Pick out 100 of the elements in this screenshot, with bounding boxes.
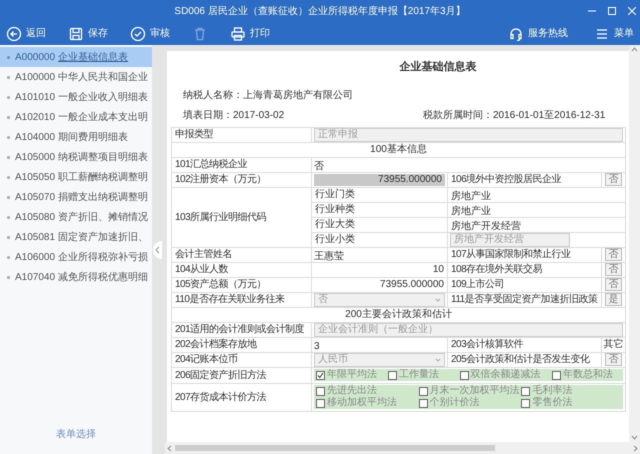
flag-field[interactable]: 否 <box>605 278 622 291</box>
checkbox-option[interactable]: 零售价法 <box>521 397 621 409</box>
sidebar-item[interactable]: A105080 资产折旧、摊销情况 <box>0 207 152 227</box>
close-icon[interactable] <box>628 7 636 15</box>
flag-field[interactable]: 否 <box>605 173 622 186</box>
form-label: 101汇总纳税企业 <box>175 158 248 172</box>
toolbar-button[interactable]: 返回 <box>6 26 46 42</box>
form-title: 企业基础信息表 <box>400 60 476 75</box>
vertical-scrollbar[interactable] <box>629 45 640 442</box>
checkbox[interactable] <box>418 386 428 396</box>
form-label: 203会计核算软件 <box>451 338 524 352</box>
bullet-icon <box>7 56 10 58</box>
checkmark-icon <box>317 372 324 378</box>
flag-field[interactable]: 否 <box>605 248 622 261</box>
toolbar-button[interactable]: 服务热线 <box>508 26 568 42</box>
bullet-icon <box>7 216 10 218</box>
flag-field[interactable]: 是 <box>605 293 622 306</box>
sidebar-item[interactable]: A102010 一般企业成本支出明 <box>0 107 152 127</box>
bullet-icon <box>7 236 10 238</box>
scroll-right-icon[interactable] <box>633 444 638 452</box>
bullet-icon <box>7 96 10 98</box>
form-label: 201适用的会计准则或会计制度 <box>175 322 304 337</box>
form-name: 纳税调整项目明细表 <box>58 150 148 164</box>
sidebar-item[interactable]: A105081 固定资产加速折旧、 <box>0 227 152 247</box>
checkbox[interactable] <box>316 386 325 396</box>
flag-field[interactable]: 否 <box>605 263 622 276</box>
checkbox[interactable] <box>552 370 562 380</box>
field-value: 其它 <box>602 338 624 352</box>
form-name: 固定资产加速折旧、 <box>58 230 148 244</box>
scroll-up-icon[interactable] <box>631 47 638 52</box>
form-name: 一般企业收入明细表 <box>58 90 148 104</box>
bullet-icon <box>7 256 10 258</box>
maximize-icon[interactable] <box>608 7 616 15</box>
form-name: 减免所得税优惠明细 <box>58 270 148 284</box>
dropdown-field[interactable]: 否 <box>314 292 445 306</box>
readonly-field[interactable]: 正常申报 <box>314 128 623 142</box>
sidebar-item[interactable]: A101010 一般企业收入明细表 <box>0 87 152 107</box>
checkbox[interactable] <box>460 370 469 380</box>
checkbox-option[interactable]: 年数总和法 <box>552 369 621 381</box>
checkbox-option[interactable]: 先进先出法 <box>316 385 416 397</box>
form-label: 行业小类 <box>315 232 355 247</box>
toolbar-button[interactable]: 打印 <box>230 26 270 42</box>
readonly-field[interactable]: 企业会计准则（一般企业） <box>314 322 623 336</box>
form-name: 中华人民共和国企业 <box>58 70 148 84</box>
form-label: 行业种类 <box>315 202 355 217</box>
form-code: A102010 <box>15 110 56 124</box>
form-label: 111是否享受固定资产加速折旧政策 <box>451 292 598 307</box>
checkbox[interactable] <box>316 398 325 408</box>
form-label: 行业大类 <box>315 218 355 232</box>
sidebar-item[interactable]: A000000 企业基础信息表 <box>0 47 152 67</box>
collapse-handle-icon[interactable] <box>152 240 162 258</box>
sidebar-item[interactable]: A100000 中华人民共和国企业 <box>0 67 152 87</box>
dropdown-field[interactable]: 人民币 <box>314 352 445 366</box>
form-label: 106境外中资控股居民企业 <box>451 172 562 187</box>
readonly-field[interactable]: 房地产开发经营 <box>450 232 570 246</box>
checkbox[interactable] <box>521 386 530 396</box>
toolbar-button[interactable]: 菜单 <box>594 26 634 42</box>
readonly-number-field[interactable]: 73955.000000 <box>314 174 445 186</box>
field-value: 房地产开发经营 <box>450 220 522 232</box>
checkbox[interactable] <box>521 398 530 408</box>
headset-icon <box>508 26 524 42</box>
horizontal-scrollbar[interactable] <box>165 442 640 454</box>
field-value: 否 <box>313 160 325 172</box>
checkbox-option[interactable]: 毛利率法 <box>521 385 621 397</box>
checkbox-option[interactable]: 月末一次加权平均法 <box>418 385 518 397</box>
checkbox-option[interactable]: 双倍余额递减法 <box>460 369 550 381</box>
form-label: 206固定资产折旧方法 <box>175 368 266 382</box>
flag-field[interactable]: 否 <box>605 353 622 366</box>
scroll-left-icon[interactable] <box>167 444 172 452</box>
checkbox[interactable] <box>418 398 428 408</box>
checkbox-option[interactable]: 个别计价法 <box>418 397 518 409</box>
field-value: 房地产业 <box>450 206 492 216</box>
checkbox-option[interactable]: 移动加权平均法 <box>316 397 416 409</box>
toolbar-button[interactable]: 审核 <box>130 26 170 42</box>
tax-period: 税款所属时间：2016-01-01至2016-12-31 <box>423 108 606 122</box>
sidebar-item[interactable]: A105070 捐赠支出纳税调整明 <box>0 187 152 207</box>
checkbox-option[interactable]: 年限平均法 <box>316 369 385 381</box>
form-name: 一般企业成本支出明 <box>58 110 148 124</box>
trash-icon <box>192 26 208 42</box>
window-title: SD006 居民企业（查账征收）企业所得税年度申报【2017年3月】 <box>174 4 466 18</box>
bullet-icon <box>7 196 10 198</box>
fill-date: 填表日期：2017-03-02 <box>183 108 286 122</box>
checkbox-option[interactable]: 工作量法 <box>388 369 457 381</box>
scroll-down-icon[interactable] <box>631 435 638 440</box>
sidebar-item[interactable]: A105050 职工薪酬纳税调整明 <box>0 167 152 187</box>
form-label: 104从业人数 <box>175 262 228 277</box>
check-circle-icon <box>130 26 146 42</box>
taxpayer-name: 纳税人名称：上海青葛房地产有限公司 <box>183 90 353 100</box>
toolbar-button[interactable]: 保存 <box>68 26 108 42</box>
scroll-thumb[interactable] <box>175 445 495 451</box>
checkbox[interactable] <box>388 370 397 380</box>
form-select-link[interactable]: 表单选择 <box>56 427 96 442</box>
sidebar-item[interactable]: A107040 减免所得税优惠明细 <box>0 267 152 287</box>
sidebar-item[interactable]: A106000 企业所得税弥补亏损 <box>0 247 152 267</box>
form-label: 202会计档案存放地 <box>175 338 257 352</box>
sidebar-item[interactable]: A105000 纳税调整项目明细表 <box>0 147 152 167</box>
form-label: 108存在境外关联交易 <box>451 262 542 277</box>
form-name: 期间费用明细表 <box>58 130 128 144</box>
checkbox[interactable] <box>316 370 325 380</box>
sidebar-item[interactable]: A104000 期间费用明细表 <box>0 127 152 147</box>
